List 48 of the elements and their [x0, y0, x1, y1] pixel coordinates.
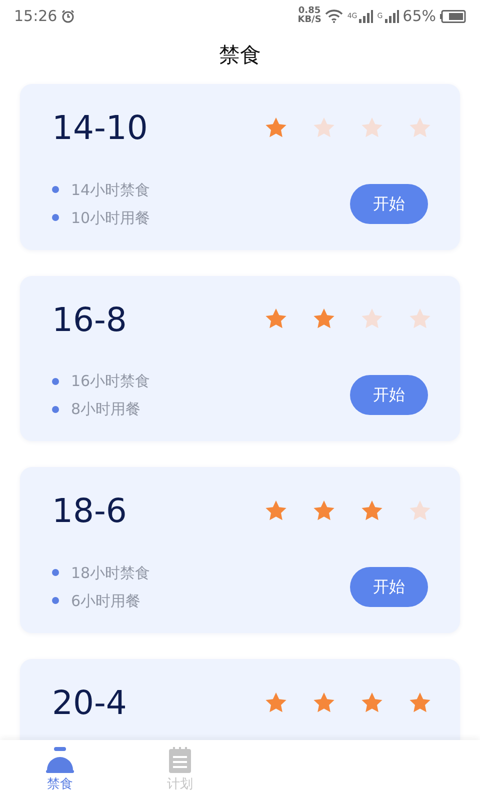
- signal-icon: [359, 10, 374, 22]
- start-button[interactable]: 开始: [350, 566, 428, 607]
- start-button[interactable]: 开始: [350, 184, 428, 224]
- page-title: 禁食: [219, 42, 261, 70]
- star-icon: [360, 498, 384, 523]
- plan-detail: 18小时禁食: [71, 562, 150, 584]
- cloche-icon: [45, 746, 75, 774]
- empty-star-icon: [408, 498, 432, 523]
- star-icon: [264, 116, 288, 140]
- plan-detail: 14小时禁食: [71, 180, 150, 201]
- signal-icon: [384, 10, 399, 22]
- star-icon: [264, 690, 288, 715]
- plan-name: 20-4: [52, 682, 127, 722]
- battery-icon: [440, 10, 466, 22]
- plan-name: 18-6: [52, 491, 127, 531]
- wifi-icon: [325, 9, 344, 23]
- plan-card[interactable]: 14-10 14小时禁食 10小时用餐 开始: [20, 84, 460, 250]
- network-speed: 0.85: [298, 7, 321, 16]
- battery-percent: 65%: [402, 6, 436, 27]
- clock-time: 15:26: [14, 6, 58, 27]
- plan-detail: 16小时禁食: [71, 371, 150, 392]
- plan-detail: 8小时用餐: [71, 399, 141, 420]
- plan-detail: 10小时用餐: [71, 208, 150, 229]
- star-icon: [408, 690, 432, 715]
- notepad-icon: [168, 746, 192, 774]
- empty-star-icon: [312, 116, 336, 140]
- empty-star-icon: [408, 116, 432, 140]
- plan-name: 16-8: [52, 300, 127, 340]
- speed-unit: KB/S: [298, 16, 322, 25]
- plan-card[interactable]: 18-6 18小时禁食 6小时用餐 开始: [20, 467, 460, 633]
- plan-detail: 6小时用餐: [71, 590, 141, 612]
- star-icon: [264, 498, 288, 523]
- star-icon: [360, 690, 384, 715]
- plan-card[interactable]: 16-8 16小时禁食 8小时用餐 开始: [20, 276, 460, 442]
- plan-card[interactable]: 20-4: [20, 658, 460, 740]
- empty-star-icon: [360, 116, 384, 140]
- bullet-icon: [52, 186, 59, 194]
- bullet-icon: [52, 569, 59, 576]
- star-icon: [312, 498, 336, 523]
- star-icon: [312, 690, 336, 715]
- start-button[interactable]: 开始: [350, 375, 428, 416]
- alarm-icon: [61, 9, 76, 23]
- nav-tab[interactable]: 禁食: [0, 740, 120, 800]
- bullet-icon: [52, 406, 59, 413]
- bullet-icon: [52, 214, 59, 222]
- bullet-icon: [52, 378, 59, 385]
- bullet-icon: [52, 597, 59, 604]
- plan-name: 14-10: [52, 108, 148, 148]
